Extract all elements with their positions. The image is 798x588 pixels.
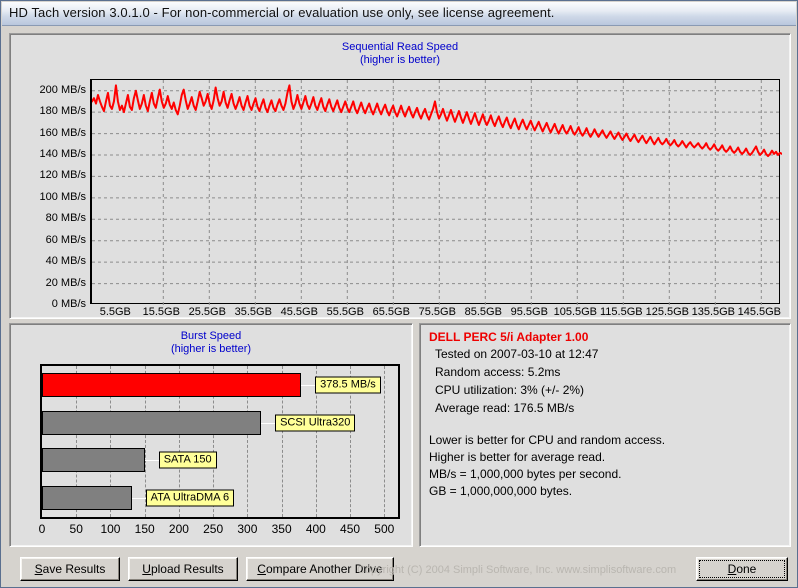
note-cpu-random: Lower is better for CPU and random acces… xyxy=(429,433,666,447)
done-accelerator: D xyxy=(727,562,737,576)
burst-bar-leader-line xyxy=(131,498,146,500)
burst-gridline xyxy=(384,366,386,517)
burst-x-tick: 200 xyxy=(168,522,189,536)
sequential-read-graph xyxy=(91,80,783,305)
sequential-read-panel: Sequential Read Speed (higher is better)… xyxy=(9,33,791,319)
note-gb-definition: GB = 1,000,000,000 bytes. xyxy=(429,484,573,498)
sequential-x-tick: 105.5GB xyxy=(553,306,598,318)
burst-speed-plot: 378.5 MB/s SCSI Ultra320 SATA 150 ATA Ultra… xyxy=(40,364,400,519)
sequential-y-tick: 20 MB/s xyxy=(45,276,86,289)
sequential-x-tick: 135.5GB xyxy=(691,306,736,318)
sequential-y-tick: 140 MB/s xyxy=(39,148,86,160)
burst-x-tick: 0 xyxy=(38,522,46,536)
random-access: Random access: 5.2ms xyxy=(435,365,561,379)
window-title: HD Tach version 3.0.1.0 - For non-commer… xyxy=(9,5,555,20)
note-mbps-definition: MB/s = 1,000,000 bytes per second. xyxy=(429,467,622,481)
bottom-toolbar: Save Results Upload Results Compare Anot… xyxy=(2,551,796,587)
upload-results-accelerator: U xyxy=(142,562,151,576)
sequential-read-plot xyxy=(90,79,783,305)
burst-bar-reference xyxy=(42,410,262,435)
burst-bar-leader-line xyxy=(144,460,159,462)
burst-x-tick: 500 xyxy=(374,522,395,536)
sequential-x-tick: 85.5GB xyxy=(464,306,502,318)
done-button[interactable]: Done xyxy=(696,557,788,581)
burst-bar-label: SCSI Ultra320 xyxy=(275,414,356,432)
drive-info-content: DELL PERC 5/i Adapter 1.00 Tested on 200… xyxy=(423,327,787,543)
sequential-x-tick: 115.5GB xyxy=(599,306,643,318)
drive-info-panel: DELL PERC 5/i Adapter 1.00 Tested on 200… xyxy=(419,323,791,547)
sequential-x-tick: 5.5GB xyxy=(99,306,131,318)
copyright-text: Copyright (C) 2004 Simpli Software, Inc.… xyxy=(357,564,677,576)
burst-bar-leader-line xyxy=(301,384,316,386)
sequential-x-tick: 65.5GB xyxy=(372,306,410,318)
hd-tach-window: HD Tach version 3.0.1.0 - For non-commer… xyxy=(0,0,798,588)
burst-bar-leader-line xyxy=(261,422,276,424)
burst-x-tick: 450 xyxy=(340,522,361,536)
sequential-y-tick: 80 MB/s xyxy=(45,212,86,225)
note-average-read: Higher is better for average read. xyxy=(429,450,606,464)
sequential-x-tick: 145.5GB xyxy=(737,306,782,318)
sequential-y-tick: 0 MB/s xyxy=(51,298,86,310)
sequential-y-tick: 120 MB/s xyxy=(39,169,86,182)
burst-x-tick: 250 xyxy=(203,522,224,536)
done-button-label: Done xyxy=(727,562,757,576)
cpu-utilization: CPU utilization: 3% (+/- 2%) xyxy=(435,383,585,397)
burst-speed-title: Burst Speed (higher is better) xyxy=(10,330,412,356)
sequential-y-tick: 200 MB/s xyxy=(39,83,86,96)
sequential-read-title: Sequential Read Speed (higher is better) xyxy=(10,41,790,67)
sequential-x-tick: 125.5GB xyxy=(645,306,690,318)
burst-bar-reference xyxy=(42,486,132,511)
sequential-y-tick: 60 MB/s xyxy=(45,233,86,246)
burst-bar-label: 378.5 MB/s xyxy=(315,376,381,394)
sequential-x-tick: 35.5GB xyxy=(234,306,272,318)
burst-x-tick: 300 xyxy=(237,522,258,536)
drive-name: DELL PERC 5/i Adapter 1.00 xyxy=(429,330,589,344)
sequential-read-title-line1: Sequential Read Speed xyxy=(341,41,459,53)
burst-x-axis-labels: 0 50 100 150 200 250 300 350 400 450 500 xyxy=(38,522,400,538)
burst-x-tick: 400 xyxy=(305,522,326,536)
sequential-y-tick: 180 MB/s xyxy=(39,105,86,118)
burst-x-tick: 350 xyxy=(271,522,292,536)
burst-x-tick: 100 xyxy=(100,522,121,536)
sequential-x-tick: 75.5GB xyxy=(418,306,456,318)
sequential-x-tick: 25.5GB xyxy=(188,306,226,318)
sequential-x-axis-labels: 5.5GB 15.5GB 25.5GB 35.5GB 45.5GB 55.5GB 65.5G… xyxy=(90,306,782,322)
sequential-x-tick: 45.5GB xyxy=(280,306,318,318)
burst-bar-current-drive xyxy=(42,372,302,397)
sequential-y-tick: 40 MB/s xyxy=(45,255,86,268)
sequential-y-tick: 160 MB/s xyxy=(39,126,86,139)
burst-bar-label: ATA UltraDMA 6 xyxy=(145,489,235,507)
upload-results-button[interactable]: Upload Results xyxy=(128,557,238,581)
save-results-accelerator: S xyxy=(34,562,43,576)
burst-speed-title-line1: Burst Speed xyxy=(180,330,242,342)
save-results-button[interactable]: Save Results xyxy=(20,557,120,581)
burst-speed-panel: Burst Speed (higher is better) 378.5 MB/… xyxy=(9,323,413,547)
sequential-read-title-line2: (higher is better) xyxy=(359,54,441,66)
sequential-y-tick: 100 MB/s xyxy=(39,190,86,203)
burst-bar-label: SATA 150 xyxy=(158,451,217,469)
burst-x-tick: 50 xyxy=(69,522,83,536)
average-read: Average read: 176.5 MB/s xyxy=(435,401,575,415)
sequential-x-tick: 15.5GB xyxy=(142,306,180,318)
sequential-y-axis-labels: 0 MB/s 20 MB/s 40 MB/s 60 MB/s 80 MB/s 100 MB… xyxy=(10,79,86,310)
compare-another-drive-accelerator: C xyxy=(257,562,266,576)
sequential-x-tick: 95.5GB xyxy=(510,306,548,318)
burst-x-tick: 150 xyxy=(134,522,155,536)
burst-bar-reference xyxy=(42,448,145,473)
tested-on: Tested on 2007-03-10 at 12:47 xyxy=(435,347,599,361)
burst-speed-title-line2: (higher is better) xyxy=(170,343,252,355)
sequential-x-tick: 55.5GB xyxy=(326,306,364,318)
title-bar: HD Tach version 3.0.1.0 - For non-commer… xyxy=(2,2,796,26)
